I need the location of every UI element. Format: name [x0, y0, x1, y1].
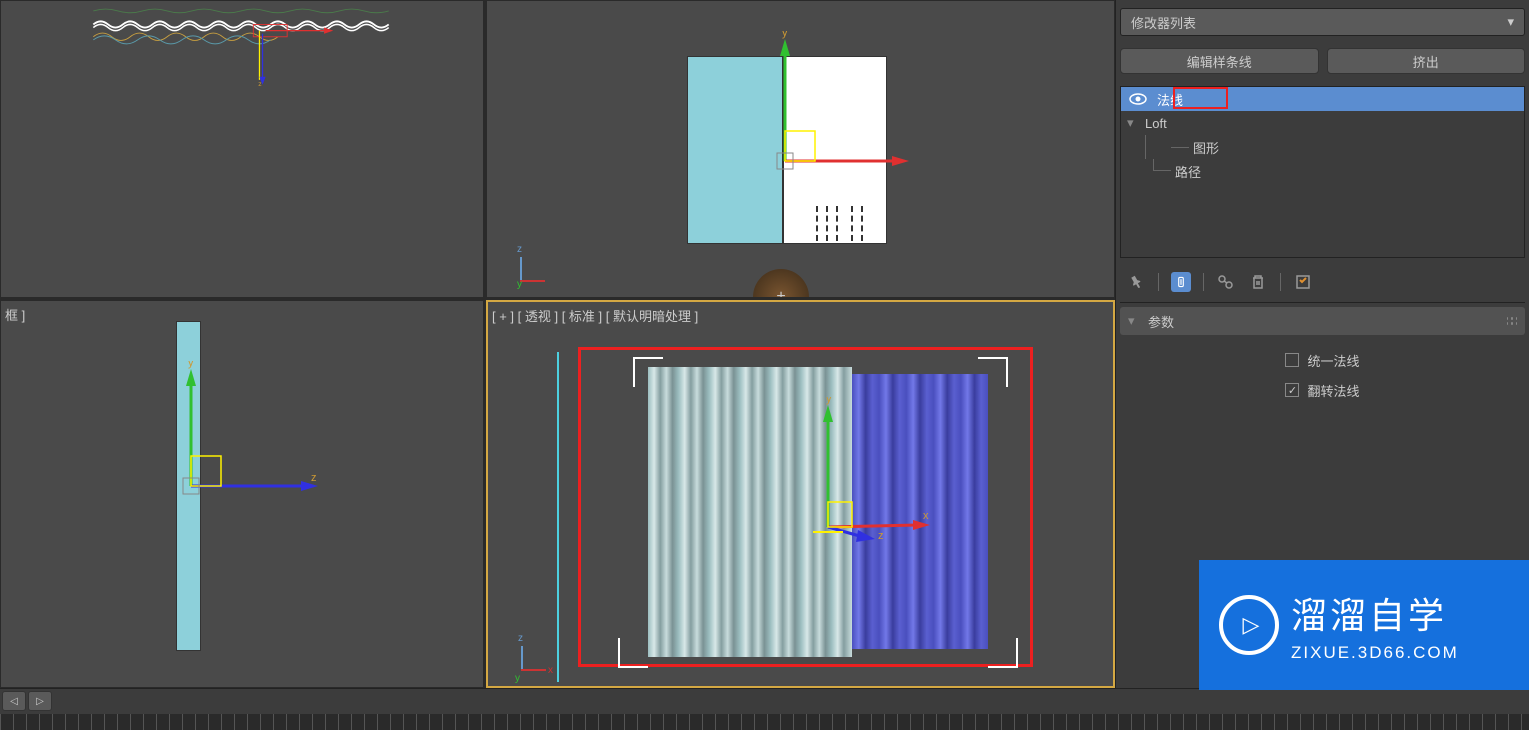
viewport-label-perspective[interactable]: [ + ] [ 透视 ] [ 标准 ] [ 默认明暗处理 ]	[492, 306, 698, 325]
safe-frame-corner	[988, 638, 1018, 668]
svg-text:z: z	[311, 472, 317, 484]
gizmo-front: y	[767, 31, 917, 181]
path-line	[553, 352, 563, 682]
watermark-title: 溜溜自学	[1291, 587, 1459, 639]
pin-icon[interactable]	[1126, 272, 1146, 292]
timeline-bar: ◁ ▷	[0, 688, 1529, 730]
timeline-ruler[interactable]	[0, 714, 1529, 730]
gizmo-left: y z	[171, 361, 331, 511]
svg-text:y: y	[782, 31, 788, 39]
configure-icon[interactable]	[1293, 272, 1313, 292]
watermark-logo-icon	[1219, 595, 1279, 655]
timeline-next-button[interactable]: ▷	[28, 691, 52, 711]
mini-axis-perspective: z y x	[518, 636, 558, 676]
extrude-button[interactable]: 挤出	[1327, 48, 1526, 74]
viewport-label-bl[interactable]: 框 ]	[5, 305, 25, 324]
modifier-subitem-shape[interactable]: 图形	[1121, 135, 1524, 159]
safe-frame-corner	[978, 357, 1008, 387]
highlight-annotation	[1173, 87, 1228, 109]
viewport-bottom-left[interactable]: 框 ] y z	[0, 300, 484, 688]
safe-frame-corner	[633, 357, 663, 387]
svg-text:x: x	[923, 510, 929, 522]
watermark-url: ZIXUE.3D66.COM	[1291, 643, 1459, 663]
svg-text:y: y	[826, 397, 832, 405]
parameters-section: ▾ 参数 统一法线 翻转法线	[1120, 307, 1525, 415]
wave-splines: z	[1, 6, 481, 86]
expand-icon[interactable]: ▾	[1127, 115, 1139, 131]
make-unique-icon[interactable]	[1216, 272, 1236, 292]
show-end-result-icon[interactable]	[1171, 272, 1191, 292]
modifier-item-normal[interactable]: 法线	[1121, 87, 1524, 111]
modifier-list-dropdown[interactable]: 修改器列表 ▾	[1120, 8, 1525, 36]
edit-spline-button[interactable]: 编辑样条线	[1120, 48, 1319, 74]
svg-text:y: y	[188, 361, 194, 369]
viewport-perspective[interactable]: [ + ] [ 透视 ] [ 标准 ] [ 默认明暗处理 ] y x z	[486, 300, 1115, 688]
viewport-top-left[interactable]: z	[0, 0, 484, 298]
mini-axis-topright: z y	[517, 247, 557, 287]
viewport-top-right[interactable]: y z y	[486, 0, 1115, 298]
gizmo-perspective: y x z	[803, 397, 943, 557]
modifier-item-loft[interactable]: ▾ Loft	[1121, 111, 1524, 135]
collapse-icon: ▾	[1128, 313, 1140, 329]
watermark: 溜溜自学 ZIXUE.3D66.COM	[1199, 560, 1529, 690]
unify-normals-checkbox[interactable]: 统一法线	[1120, 345, 1525, 375]
safe-frame-corner	[618, 638, 648, 668]
flip-normals-checkbox[interactable]: 翻转法线	[1120, 375, 1525, 405]
viewcube-navigator[interactable]	[753, 269, 809, 298]
delete-icon[interactable]	[1248, 272, 1268, 292]
modifier-subitem-path[interactable]: 路径	[1121, 159, 1524, 183]
timeline-prev-button[interactable]: ◁	[2, 691, 26, 711]
drag-handle-icon[interactable]	[1507, 317, 1517, 325]
modifier-stack[interactable]: 法线 ▾ Loft 图形 路径	[1120, 86, 1525, 258]
stack-toolbar	[1120, 268, 1525, 296]
parameters-header[interactable]: ▾ 参数	[1120, 307, 1525, 335]
visibility-icon[interactable]	[1127, 91, 1149, 107]
viewports-grid: z y	[0, 0, 1115, 688]
svg-text:z: z	[878, 530, 884, 542]
